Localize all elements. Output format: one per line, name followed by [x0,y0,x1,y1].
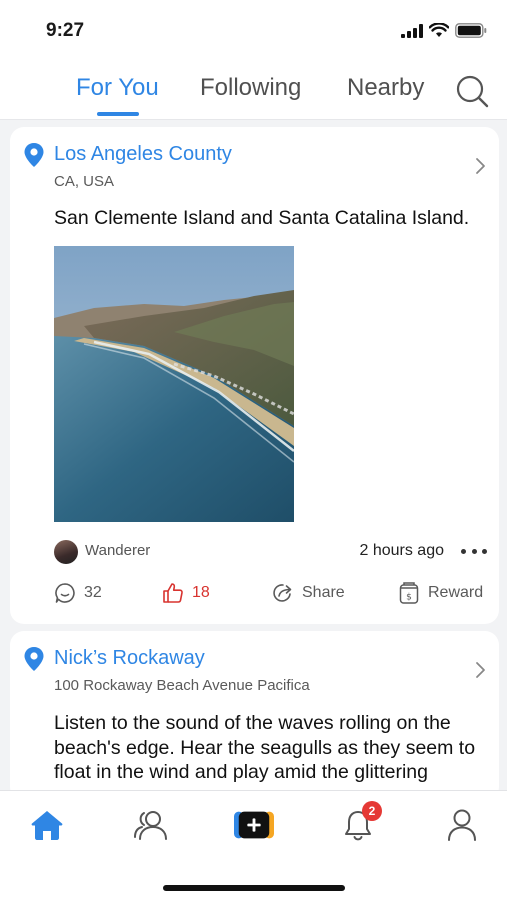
svg-text:$: $ [406,593,412,603]
nav-home[interactable] [27,805,67,845]
post-text: San Clemente Island and Santa Catalina I… [54,207,470,229]
nav-friends[interactable] [131,805,171,845]
home-icon [31,811,63,840]
status-time: 9:27 [46,20,85,41]
location-name[interactable]: Nick’s Rockaway [54,647,205,670]
like-button[interactable]: 18 [162,581,210,605]
battery-icon [455,23,487,38]
top-navigation: For You Following Nearby [0,62,507,120]
chevron-right-icon[interactable] [473,660,487,680]
thumbs-up-icon [163,583,183,603]
create-icon [234,811,274,839]
reward-label: Reward [428,584,484,601]
reward-icon: $ [399,582,419,604]
tab-following[interactable]: Following [200,74,301,102]
reward-button[interactable]: $ Reward [398,581,483,605]
share-button[interactable]: Share [272,581,345,605]
nav-create[interactable] [234,805,274,845]
comment-icon [55,583,75,603]
status-icons [401,23,487,38]
author-avatar[interactable] [54,540,78,564]
like-count: 18 [192,584,210,601]
profile-icon [448,809,476,841]
share-label: Share [302,584,345,601]
post-time: 2 hours ago [359,542,444,559]
location-subtitle: 100 Rockaway Beach Avenue Pacifica [54,677,310,694]
notification-badge: 2 [362,801,382,821]
search-icon[interactable] [455,74,489,108]
more-options-icon[interactable] [461,546,487,556]
post-card[interactable]: Nick’s Rockaway 100 Rockaway Beach Avenu… [10,631,499,801]
post-photo[interactable] [54,246,294,522]
nav-profile[interactable] [442,805,482,845]
tab-nearby[interactable]: Nearby [347,74,424,102]
chevron-right-icon[interactable] [473,156,487,176]
wifi-icon [429,23,449,37]
location-pin-icon [24,143,44,167]
cellular-signal-icon [401,23,423,38]
share-icon [273,584,292,602]
author-name[interactable]: Wanderer [85,542,150,559]
location-pin-icon [24,647,44,671]
bottom-navigation: 2 [0,790,507,900]
nav-notifications[interactable]: 2 [338,801,382,845]
status-bar: 9:27 [0,0,507,62]
home-indicator[interactable] [163,885,345,891]
comment-count: 32 [84,584,102,601]
location-subtitle: CA, USA [54,173,115,190]
active-tab-indicator [97,112,139,116]
tab-for-you[interactable]: For You [76,74,159,102]
comment-button[interactable]: 32 [54,581,102,605]
location-name[interactable]: Los Angeles County [54,143,232,166]
friends-icon [134,811,167,840]
post-card[interactable]: Los Angeles County CA, USA San Clemente … [10,127,499,624]
post-text: Listen to the sound of the waves rolling… [54,712,476,783]
